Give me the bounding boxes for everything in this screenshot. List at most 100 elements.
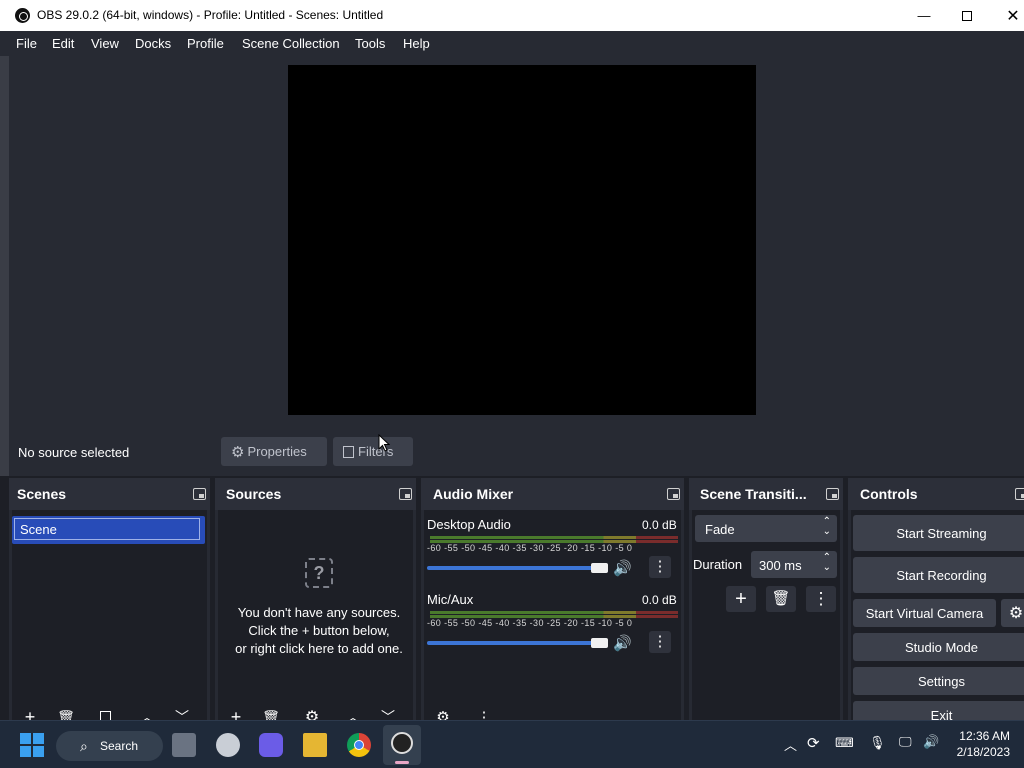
- left-edge-strip: [0, 56, 9, 476]
- channel-name: Mic/Aux: [427, 592, 474, 607]
- obs-taskbar-button[interactable]: [383, 725, 421, 765]
- maximize-button[interactable]: [944, 0, 990, 31]
- volume-icon[interactable]: 🔊: [923, 734, 939, 750]
- duration-label: Duration: [693, 557, 743, 572]
- speaker-icon[interactable]: 🔊: [613, 634, 632, 652]
- channel-name: Desktop Audio: [427, 517, 511, 532]
- no-source-label: No source selected: [18, 445, 130, 460]
- channel-menu-button[interactable]: ⋮: [649, 556, 671, 578]
- volume-meter: [430, 536, 678, 539]
- channel-db: 0.0 dB: [642, 518, 677, 532]
- audio-mixer-title: Audio Mixer: [433, 486, 514, 502]
- properties-label: Properties: [247, 444, 307, 459]
- sources-dock: Sources: [215, 478, 416, 720]
- transition-select[interactable]: Fade ⌃ ⌄: [695, 515, 837, 542]
- volume-slider[interactable]: [427, 566, 607, 570]
- transition-properties-button[interactable]: ⋮: [806, 586, 836, 612]
- sync-icon[interactable]: ⟳: [807, 734, 820, 752]
- menu-tools[interactable]: Tools: [355, 36, 385, 51]
- duration-spinbox[interactable]: 300 ms ⌃ ⌄: [751, 551, 837, 578]
- start-streaming-button[interactable]: Start Streaming: [853, 515, 1024, 551]
- empty-line-2: Click the + button below,: [248, 623, 390, 638]
- obs-logo-icon: [391, 732, 413, 754]
- undock-icon[interactable]: [667, 488, 680, 500]
- menu-profile[interactable]: Profile: [187, 36, 224, 51]
- spin-arrows-icon[interactable]: ⌃ ⌄: [823, 553, 831, 573]
- more-icon: ⋮: [652, 633, 668, 650]
- volume-slider-knob[interactable]: [591, 638, 608, 648]
- filters-icon: [343, 445, 354, 458]
- minimize-icon: —: [917, 8, 931, 23]
- search-box[interactable]: ⌕ Search: [56, 731, 163, 761]
- remove-transition-button[interactable]: 🗑: [766, 586, 796, 612]
- clock-date[interactable]: 2/18/2023: [952, 745, 1010, 759]
- volume-slider[interactable]: [427, 641, 607, 645]
- virtual-camera-settings-button[interactable]: ⚙: [1001, 599, 1024, 627]
- menu-scene-collection[interactable]: Scene Collection: [242, 36, 340, 51]
- windows-start-icon[interactable]: [20, 733, 44, 757]
- undock-icon[interactable]: [826, 488, 839, 500]
- title-bar: OBS 29.0.2 (64-bit, windows) - Profile: …: [0, 0, 1024, 31]
- empty-line-3: or right click here to add one.: [235, 641, 403, 656]
- minimize-button[interactable]: —: [901, 0, 947, 31]
- add-transition-button[interactable]: +: [726, 586, 756, 612]
- context-bar: No source selected ⚙ Properties Filters: [9, 431, 1024, 476]
- menu-view[interactable]: View: [91, 36, 119, 51]
- close-icon: ✕: [1006, 7, 1020, 25]
- sources-title: Sources: [226, 486, 282, 502]
- search-icon: ⌕: [80, 738, 88, 754]
- empty-line-1: You don't have any sources.: [237, 605, 401, 620]
- menu-bar: File Edit View Docks Profile Scene Colle…: [0, 31, 1024, 56]
- menu-file[interactable]: File: [16, 36, 37, 51]
- weather-icon[interactable]: [216, 733, 240, 757]
- scene-transitions-title: Scene Transiti...: [700, 486, 807, 502]
- studio-mode-button[interactable]: Studio Mode: [853, 633, 1024, 661]
- plus-icon: +: [735, 588, 747, 610]
- start-recording-button[interactable]: Start Recording: [853, 557, 1024, 593]
- empty-sources-message: You don't have any sources. Click the + …: [215, 604, 423, 658]
- teams-chat-icon[interactable]: [259, 733, 283, 757]
- active-indicator: [395, 761, 409, 764]
- keyboard-icon[interactable]: ⌨: [835, 735, 854, 751]
- undock-icon[interactable]: [193, 488, 206, 500]
- more-icon: ⋮: [812, 589, 830, 608]
- close-button[interactable]: ✕: [990, 0, 1024, 31]
- mouse-cursor-icon: [378, 434, 390, 452]
- volume-slider-knob[interactable]: [591, 563, 608, 573]
- network-icon[interactable]: 🖵: [899, 734, 912, 750]
- clock-time[interactable]: 12:36 AM: [956, 729, 1010, 743]
- gear-icon: ⚙: [1008, 605, 1024, 622]
- channel-db: 0.0 dB: [642, 593, 677, 607]
- obs-logo-icon: [15, 8, 30, 23]
- controls-title: Controls: [860, 486, 918, 502]
- properties-button[interactable]: ⚙ Properties: [221, 437, 327, 466]
- task-view-icon[interactable]: [172, 733, 196, 757]
- undock-icon[interactable]: [399, 488, 412, 500]
- speaker-icon[interactable]: 🔊: [613, 559, 632, 577]
- channel-menu-button[interactable]: ⋮: [649, 631, 671, 653]
- filters-button[interactable]: Filters: [333, 437, 413, 466]
- duration-value: 300 ms: [759, 558, 802, 573]
- question-icon: ?: [305, 558, 333, 588]
- menu-docks[interactable]: Docks: [135, 36, 171, 51]
- meter-ticks: -60 -55 -50 -45 -40 -35 -30 -25 -20 -15 …: [427, 618, 633, 628]
- chevron-up-icon[interactable]: ︿: [784, 735, 797, 754]
- start-virtual-camera-button[interactable]: Start Virtual Camera: [853, 599, 996, 627]
- transition-value: Fade: [705, 522, 735, 537]
- settings-button[interactable]: Settings: [853, 667, 1024, 695]
- meter-ticks: -60 -55 -50 -45 -40 -35 -30 -25 -20 -15 …: [427, 543, 633, 553]
- preview-canvas[interactable]: [288, 65, 756, 415]
- taskbar: ⌕ Search ︿ ⟳ ⌨ 🎙 🖵 🔊 12:36 AM 2/18/2023: [0, 720, 1024, 768]
- scene-name: Scene: [14, 518, 200, 540]
- undock-icon[interactable]: [1015, 488, 1024, 500]
- menu-help[interactable]: Help: [403, 36, 430, 51]
- file-explorer-icon[interactable]: [303, 733, 327, 757]
- chrome-icon[interactable]: [347, 733, 371, 757]
- list-item[interactable]: Scene: [12, 516, 205, 544]
- microphone-icon[interactable]: 🎙: [869, 735, 886, 751]
- trash-icon: 🗑: [771, 590, 791, 607]
- chevron-updown-icon: ⌃ ⌄: [822, 516, 831, 537]
- scenes-title: Scenes: [17, 486, 67, 502]
- menu-edit[interactable]: Edit: [52, 36, 74, 51]
- maximize-icon: [962, 10, 972, 21]
